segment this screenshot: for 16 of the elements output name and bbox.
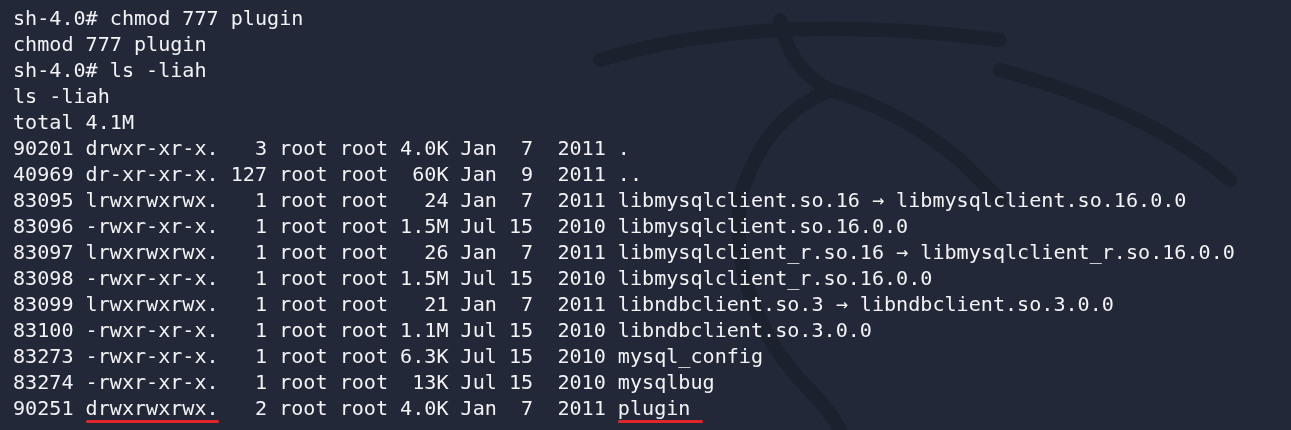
terminal-line: 83097 lrwxrwxrwx. 1 root root 26 Jan 7 2011 libmysqlclient_r.so.16 → libmysqlclient_r.so.16.0.0 (13, 240, 1235, 264)
terminal-line: 83096 -rwxr-xr-x. 1 root root 1.5M Jul 15 2010 libmysqlclient.so.16.0.0 (13, 214, 909, 238)
terminal-line: 40969 dr-xr-xr-x. 127 root root 60K Jan 9 2011 .. (13, 162, 643, 186)
terminal-line: 90201 drwxr-xr-x. 3 root root 4.0K Jan 7 2011 . (13, 136, 630, 160)
terminal-line: sh-4.0# chmod 777 plugin (13, 6, 304, 30)
terminal-line: 83273 -rwxr-xr-x. 1 root root 6.3K Jul 15 2010 mysql_config (13, 344, 764, 368)
terminal-line: 83098 -rwxr-xr-x. 1 root root 1.5M Jul 15 2010 libmysqlclient_r.so.16.0.0 (13, 266, 933, 290)
terminal-line: 83274 -rwxr-xr-x. 1 root root 13K Jul 15 2010 mysqlbug (13, 370, 715, 394)
terminal-line: chmod 777 plugin (13, 32, 207, 56)
terminal-line: 83095 lrwxrwxrwx. 1 root root 24 Jan 7 2011 libmysqlclient.so.16 → libmysqlclient.so.16.0.0 (13, 188, 1187, 212)
terminal-line: sh-4.0# ls -liah (13, 58, 207, 82)
terminal-line: 83100 -rwxr-xr-x. 1 root root 1.1M Jul 15 2010 libndbclient.so.3.0.0 (13, 318, 872, 342)
terminal-line: ls -liah (13, 84, 110, 108)
terminal-line: total 4.1M (13, 110, 134, 134)
terminal-line: 83099 lrwxrwxrwx. 1 root root 21 Jan 7 2011 libndbclient.so.3 → libndbclient.so.3.0.0 (13, 292, 1114, 316)
terminal-line: 90251 drwxrwxrwx. 2 root root 4.0K Jan 7 2011 plugin (13, 396, 691, 420)
